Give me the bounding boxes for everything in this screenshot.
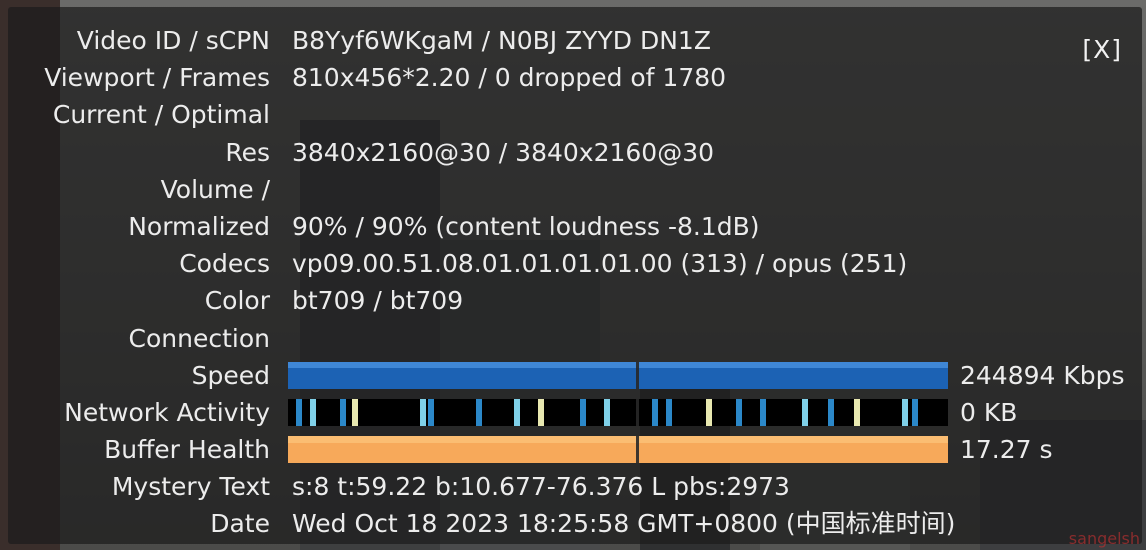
network-activity-tick xyxy=(802,398,808,426)
graph-divider xyxy=(636,436,639,464)
row-value: 90% / 90% (content loudness -8.1dB) xyxy=(292,211,760,241)
network-activity-tick xyxy=(514,398,520,426)
row-label: Date xyxy=(210,509,270,539)
row-value: 810x456*2.20 / 0 dropped of 1780 xyxy=(292,63,727,93)
network-activity-tick xyxy=(604,398,610,426)
row-label: Normalized xyxy=(128,211,270,241)
row-value: B8Yyf6WKgaM / N0BJ ZYYD DN1Z xyxy=(292,26,711,55)
network-activity-graph xyxy=(288,398,948,426)
graph-divider xyxy=(636,398,639,426)
row-label: Viewport / Frames xyxy=(44,63,270,93)
network-activity-tick xyxy=(854,398,860,426)
network-activity-tick xyxy=(760,398,766,426)
network-activity-tick xyxy=(538,398,544,426)
stats-for-nerds-panel: [X] Video ID / sCPN B8Yyf6WKgaM / N0BJ Z… xyxy=(8,7,1142,544)
network-activity-tick xyxy=(912,398,918,426)
watermark: sangelsh xyxy=(1068,529,1140,548)
row-value: vp09.00.51.08.01.01.01.01.00 (313) / opu… xyxy=(292,249,908,279)
speed-value: 244894 Kbps xyxy=(960,360,1125,390)
network-activity-tick xyxy=(476,398,482,426)
row-label: Current / Optimal xyxy=(52,100,270,130)
buffer-graph-highlight xyxy=(288,436,948,444)
network-activity-tick xyxy=(352,398,358,426)
network-activity-tick xyxy=(652,398,658,426)
speed-graph xyxy=(288,361,948,389)
network-activity-tick xyxy=(580,398,586,426)
network-activity-tick xyxy=(428,398,434,426)
network-activity-tick xyxy=(828,398,834,426)
speed-graph-highlight xyxy=(288,361,948,368)
row-value: s:8 t:59.22 b:10.677-76.376 L pbs:2973 xyxy=(292,472,790,502)
graph-divider xyxy=(636,361,639,389)
row-value: bt709 / bt709 xyxy=(292,286,464,316)
network-activity-tick xyxy=(666,398,672,426)
row-value: Wed Oct 18 2023 18:25:58 GMT+0800 (中国标准时… xyxy=(292,509,956,539)
network-activity-tick xyxy=(706,398,712,426)
close-button[interactable]: [X] xyxy=(1082,35,1122,64)
buffer-health-graph xyxy=(288,436,948,464)
row-label: Buffer Health xyxy=(104,435,270,465)
row-label: Speed xyxy=(191,360,270,390)
network-activity-tick xyxy=(310,398,316,426)
row-label: Color xyxy=(204,286,270,316)
network-activity-tick xyxy=(420,398,426,426)
network-activity-tick xyxy=(340,398,346,426)
row-label: Network Activity xyxy=(64,397,270,427)
row-label: Codecs xyxy=(179,249,270,279)
buffer-health-value: 17.27 s xyxy=(960,435,1053,465)
row-value: 3840x2160@30 / 3840x2160@30 xyxy=(292,137,715,167)
row-label: Res xyxy=(225,137,270,167)
network-activity-tick xyxy=(736,398,742,426)
row-label: Connection xyxy=(128,323,270,353)
row-label: Video ID / sCPN xyxy=(76,26,270,55)
row-label: Mystery Text xyxy=(111,472,270,502)
network-activity-tick xyxy=(902,398,908,426)
network-activity-tick xyxy=(296,398,302,426)
row-label: Volume / xyxy=(160,174,270,204)
network-activity-value: 0 KB xyxy=(960,397,1018,427)
